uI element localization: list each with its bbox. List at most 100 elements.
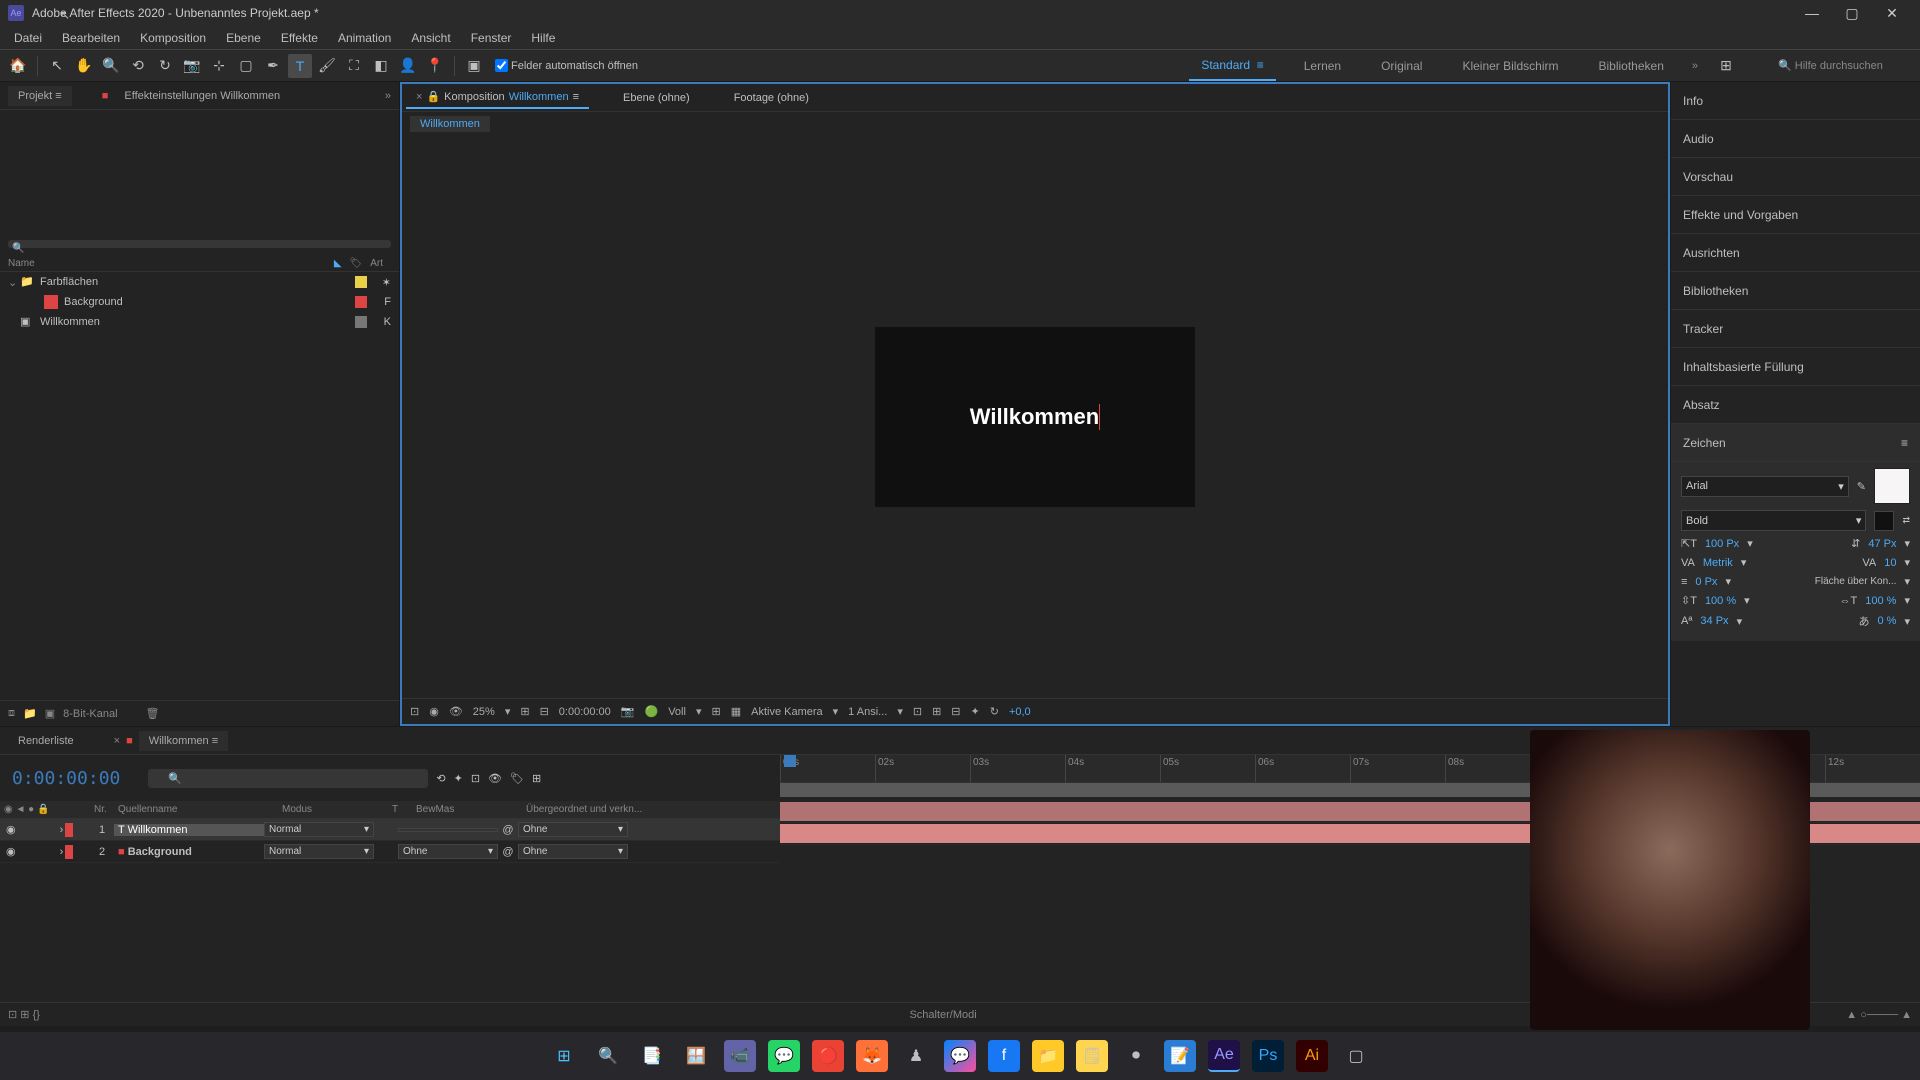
v-btn3[interactable]: ⊟ (951, 705, 960, 718)
timecode-display[interactable]: 0:00:00:00 (559, 706, 611, 718)
editor[interactable]: 📝 (1164, 1040, 1196, 1072)
guides-btn[interactable]: ▦ (731, 705, 741, 718)
roto-tool[interactable]: 👤 (396, 54, 420, 78)
tab-timeline-willkommen[interactable]: Willkommen ≡ (139, 731, 228, 751)
illustrator[interactable]: Ai (1296, 1040, 1328, 1072)
font-style-select[interactable]: Bold▾ (1681, 510, 1866, 531)
tab-footage[interactable]: Footage (ohne) (724, 88, 819, 108)
col-art[interactable]: Art (370, 258, 383, 269)
obs[interactable]: ⏺ (1120, 1040, 1152, 1072)
timeline-timecode[interactable]: 0:00:00:00 (12, 768, 120, 789)
tab-komposition[interactable]: × 🔒 Komposition Willkommen ≡ (406, 86, 589, 109)
vscale[interactable]: 100 % (1705, 595, 1736, 607)
workspace-overflow[interactable]: » (1692, 60, 1698, 72)
camera-select[interactable]: Aktive Kamera (751, 706, 823, 718)
teams[interactable]: 📹 (724, 1040, 756, 1072)
menu-ansicht[interactable]: Ansicht (401, 27, 460, 49)
canvas-text[interactable]: Willkommen (970, 404, 1100, 430)
blend-mode-select[interactable]: Normal▾ (264, 822, 374, 837)
tl-zoom-in[interactable]: ▲ (1901, 1009, 1912, 1021)
parent-select[interactable]: Ohne▾ (518, 844, 628, 859)
blend-mode-select[interactable]: Normal▾ (264, 844, 374, 859)
v-btn1[interactable]: ⊡ (913, 705, 922, 718)
expand-layer[interactable]: › (60, 824, 64, 836)
color-btn[interactable]: 🟢 (645, 705, 659, 718)
parent-pickwhip[interactable]: @ (498, 824, 518, 836)
col-parent[interactable]: Übergeordnet und verkn... (522, 804, 780, 815)
channel-btn[interactable]: ◉ (429, 705, 439, 718)
stroke-color[interactable] (1874, 511, 1894, 531)
app-red[interactable]: 🔴 (812, 1040, 844, 1072)
new-folder-btn[interactable]: 📁 (23, 707, 37, 720)
close-button[interactable]: ✕ (1872, 0, 1912, 26)
composition-viewer[interactable]: Willkommen (402, 136, 1668, 698)
panel-effekte[interactable]: Effekte und Vorgaben (1671, 196, 1920, 234)
hscale[interactable]: 100 % (1865, 595, 1896, 607)
menu-bearbeiten[interactable]: Bearbeiten (52, 27, 130, 49)
exposure-value[interactable]: +0,0 (1009, 706, 1031, 718)
playhead[interactable] (784, 755, 796, 767)
tl-f-btn3[interactable]: {} (33, 1009, 40, 1021)
baseline[interactable]: 34 Px (1700, 615, 1728, 627)
kerning-val[interactable]: Metrik (1703, 557, 1733, 569)
panel-zeichen[interactable]: Zeichen ≡ ↖ (1671, 424, 1920, 462)
workspace-settings[interactable]: ⊞ (1714, 54, 1738, 78)
res-btn1[interactable]: ⊞ (520, 705, 529, 718)
firefox[interactable]: 🦊 (856, 1040, 888, 1072)
anchor-tool[interactable]: ⊹ (207, 54, 231, 78)
tl-btn5[interactable]: 🏷 (510, 772, 524, 785)
panel-info[interactable]: Info (1671, 82, 1920, 120)
workspace-original[interactable]: Original (1369, 59, 1434, 73)
schalter-modi-toggle[interactable]: Schalter/Modi (909, 1009, 976, 1021)
layer-row-1[interactable]: ◉› 1 T Willkommen Normal▾ @ Ohne▾ (0, 819, 780, 841)
panel-tracker[interactable]: Tracker (1671, 310, 1920, 348)
puppet-tool[interactable]: 📍 (423, 54, 447, 78)
explorer[interactable]: 📁 (1032, 1040, 1064, 1072)
trash-btn[interactable]: 🗑 (146, 707, 160, 720)
notes[interactable]: 🗒 (1076, 1040, 1108, 1072)
layer-row-2[interactable]: ◉› 2 ■ Background Normal▾ Ohne▾ @ Ohne▾ (0, 841, 780, 863)
tracking-val[interactable]: 10 (1884, 557, 1896, 569)
tl-btn6[interactable]: ⊞ (532, 772, 541, 785)
tl-zoom-slider[interactable]: ○──── (1860, 1009, 1898, 1021)
col-color-sort[interactable]: ◣ (334, 258, 342, 269)
tab-ebene[interactable]: Ebene (ohne) (613, 88, 700, 108)
swap-color-icon[interactable]: ⇄ (1902, 515, 1910, 526)
col-name[interactable]: Name (8, 258, 311, 269)
hand-tool[interactable]: ✋ (72, 54, 96, 78)
panel-audio[interactable]: Audio (1671, 120, 1920, 158)
minimize-button[interactable]: — (1792, 0, 1832, 26)
proj-folder-farbflachen[interactable]: ⌄ 📁 Farbflächen ✶ (0, 272, 399, 292)
shape-tool[interactable]: ▢ (234, 54, 258, 78)
folder-auto-checkbox[interactable] (495, 59, 508, 72)
facebook[interactable]: f (988, 1040, 1020, 1072)
tl-btn1[interactable]: ⟲ (436, 772, 445, 785)
visibility-toggle[interactable]: ◉ (6, 823, 16, 836)
menu-fenster[interactable]: Fenster (461, 27, 522, 49)
font-family-select[interactable]: Arial▾ (1681, 476, 1849, 497)
col-bewmas[interactable]: BewMas (412, 804, 522, 815)
track-matte-select[interactable] (398, 828, 498, 832)
menu-effekte[interactable]: Effekte (271, 27, 328, 49)
panel-ausrichten[interactable]: Ausrichten (1671, 234, 1920, 272)
tl-zoom-out[interactable]: ▲ (1846, 1009, 1857, 1021)
parent-pickwhip[interactable]: @ (498, 846, 518, 858)
col-quellenname[interactable]: Quellenname (114, 804, 278, 815)
new-comp-btn[interactable]: ▣ (45, 707, 55, 720)
workspace-standard[interactable]: Standard ≡ (1189, 50, 1275, 81)
menu-datei[interactable]: Datei (4, 27, 52, 49)
menu-komposition[interactable]: Komposition (130, 27, 216, 49)
search-button[interactable]: 🔍 (592, 1040, 624, 1072)
parent-select[interactable]: Ohne▾ (518, 822, 628, 837)
menu-ebene[interactable]: Ebene (216, 27, 271, 49)
col-t[interactable]: T (388, 804, 412, 815)
menu-hilfe[interactable]: Hilfe (521, 27, 565, 49)
visibility-toggle[interactable]: ◉ (6, 845, 16, 858)
fill-color[interactable] (1874, 468, 1910, 504)
interpret-btn[interactable]: ⧈ (8, 707, 15, 720)
maximize-button[interactable]: ▢ (1832, 0, 1872, 26)
col-label-icon[interactable]: 🏷 (350, 258, 363, 269)
col-nr[interactable]: Nr. (90, 804, 114, 815)
task-view[interactable]: 📑 (636, 1040, 668, 1072)
resolution-select[interactable]: Voll (668, 706, 686, 718)
